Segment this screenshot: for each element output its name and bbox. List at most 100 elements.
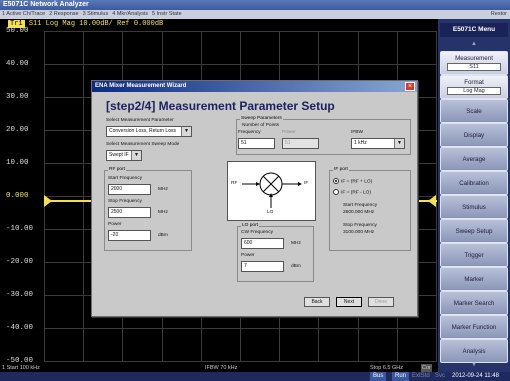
if-sum-radio[interactable]: IF = (RF + LO) <box>333 178 372 184</box>
softkey-scale[interactable]: Scale <box>440 99 508 123</box>
restore-button[interactable]: Restor <box>491 10 507 19</box>
lo-cw-label: CW Frequency <box>241 230 273 235</box>
points-frequency-label: Frequency <box>238 130 261 135</box>
done-button[interactable]: Done <box>368 297 394 307</box>
reference-marker-left <box>44 195 52 207</box>
diagram-rf-label: RF <box>231 181 238 186</box>
menu-bar: 1 Active Ch/Trace 2 Response 3 Stimulus … <box>0 10 510 19</box>
softkey-menu-title: E5071C Menu <box>440 23 508 37</box>
rf-stop-label: Stop Frequency <box>108 199 142 204</box>
status-bar: 1 Start 100 kHz IFBW 70 kHz Stop 6.5 GHz… <box>0 364 438 372</box>
scroll-down-arrow-icon[interactable]: ▼ <box>440 360 508 370</box>
lo-power-unit: dBm <box>291 264 301 269</box>
grid-line-vertical <box>83 31 84 361</box>
softkey-label: Calibration <box>459 179 489 187</box>
y-axis-tick-label: 20.00 <box>6 126 29 134</box>
softkey-label: Analysis <box>462 347 486 355</box>
ifbw-select[interactable]: 1 kHz ▼ <box>351 138 405 149</box>
softkey-label: Marker Search <box>453 299 495 307</box>
softkey-panel: E5071C Menu ▲ Measurement S11 Format Log Ma… <box>438 19 510 372</box>
date-time: 2012-09-24 11:48 <box>452 373 499 379</box>
svc-indicator: Svc <box>435 373 446 379</box>
stop-frequency: Stop 6.5 GHz <box>370 365 404 371</box>
chevron-down-icon: ▼ <box>181 127 191 136</box>
radio-selected-icon <box>333 178 339 184</box>
softkey-label: Display <box>463 131 485 139</box>
lo-power-input[interactable]: 7 <box>241 261 284 272</box>
next-button[interactable]: Next <box>336 297 362 307</box>
sweep-mode-select[interactable]: Swept IF ▼ <box>106 150 142 161</box>
trace-header: Tr1 S11 Log Mag 10.00dB/ Ref 0.000dB <box>0 19 438 30</box>
softkey-stimulus[interactable]: Stimulus <box>440 195 508 219</box>
sweep-mode-value: Swept IF <box>109 152 129 158</box>
if-start-value: 2600.000 MHz <box>343 210 375 215</box>
dialog-title-bar: ENA Mixer Measurement Wizard <box>92 81 417 92</box>
softkey-label: Measurement <box>455 55 493 62</box>
back-button[interactable]: Back <box>304 297 330 307</box>
ifbw-status: IFBW 70 kHz <box>205 365 238 371</box>
y-axis-tick-label: 0.000 <box>6 192 29 200</box>
menu-item-instr-state[interactable]: 5 Instr State <box>152 10 182 19</box>
points-frequency-input[interactable]: 51 <box>238 138 275 149</box>
softkey-marker[interactable]: Marker <box>440 267 508 291</box>
points-power-input[interactable]: 51 <box>282 138 319 149</box>
softkey-label: Marker <box>464 275 484 283</box>
trace-settings: S11 Log Mag 10.00dB/ Ref 0.000dB <box>28 20 164 28</box>
softkey-display[interactable]: Display <box>440 123 508 147</box>
rf-stop-unit: MHz <box>158 210 168 215</box>
menu-item-stimulus[interactable]: 3 Stimulus <box>83 10 109 19</box>
app-title: E5071C Network Analyzer <box>3 1 89 8</box>
rf-start-unit: MHz <box>158 187 168 192</box>
if-start-label: Start Frequency <box>343 203 378 208</box>
menu-item-active-ch[interactable]: 1 Active Ch/Trace <box>2 10 45 19</box>
lo-cw-input[interactable]: 600 <box>241 238 284 249</box>
rf-power-input[interactable]: -20 <box>108 230 151 241</box>
softkey-sweep-setup[interactable]: Sweep Setup <box>440 219 508 243</box>
measurement-parameter-select[interactable]: Conversion Loss, Return Loss ▼ <box>106 126 192 137</box>
run-indicator: Run <box>392 372 410 381</box>
rf-start-input[interactable]: 2000 <box>108 184 151 195</box>
points-power-label: Power <box>282 130 296 135</box>
y-axis-tick-label: 40.00 <box>6 60 29 68</box>
extstd-indicator: ExtStd <box>412 373 430 379</box>
softkey-value: Log Mag <box>447 87 501 95</box>
mixer-diagram: RF IF LO <box>227 161 316 221</box>
softkey-marker-search[interactable]: Marker Search <box>440 291 508 315</box>
select-param-label: Select Measurement Parameter <box>106 118 174 123</box>
rf-port-title: RF port <box>108 167 126 172</box>
y-axis-tick-label: 10.00 <box>6 159 29 167</box>
lo-power-label: Power <box>241 253 255 258</box>
rf-power-unit: dBm <box>158 233 168 238</box>
softkey-label: Trigger <box>464 251 484 259</box>
if-stop-value: 3100.000 MHz <box>343 230 375 235</box>
menu-item-mkr-analysis[interactable]: 4 Mkr/Analysis <box>112 10 148 19</box>
sweep-mode-label: Select Measurement Sweep Mode <box>106 142 180 147</box>
softkey-marker-function[interactable]: Marker Function <box>440 315 508 339</box>
y-axis-tick-label: 30.00 <box>6 93 29 101</box>
softkey-calibration[interactable]: Calibration <box>440 171 508 195</box>
softkey-average[interactable]: Average <box>440 147 508 171</box>
reference-marker-right <box>428 195 436 207</box>
close-icon[interactable]: × <box>405 82 415 91</box>
diagram-lo-label: LO <box>267 210 274 215</box>
softkey-measurement[interactable]: Measurement S11 <box>440 51 508 75</box>
softkey-label: Average <box>462 155 486 163</box>
softkey-value: S11 <box>447 63 501 71</box>
menu-item-response[interactable]: 2 Response <box>49 10 78 19</box>
chevron-down-icon: ▼ <box>131 151 141 160</box>
scroll-up-arrow-icon[interactable]: ▲ <box>440 39 508 49</box>
if-port-title: IF port <box>333 167 349 172</box>
dialog-title: ENA Mixer Measurement Wizard <box>95 83 187 89</box>
lo-port-title: LO port <box>241 223 259 228</box>
y-axis-tick-label: -20.00 <box>6 258 34 266</box>
rf-stop-input[interactable]: 2500 <box>108 207 151 218</box>
step-heading: [step2/4] Measurement Parameter Setup <box>106 99 335 113</box>
if-diff-radio[interactable]: IF = (RF - LO) <box>333 189 371 195</box>
app-title-bar: E5071C Network Analyzer <box>0 0 510 10</box>
softkey-trigger[interactable]: Trigger <box>440 243 508 267</box>
softkey-label: Scale <box>466 107 482 115</box>
softkey-format[interactable]: Format Log Mag <box>440 75 508 99</box>
measurement-parameter-value: Conversion Loss, Return Loss <box>109 128 176 134</box>
if-diff-label: IF = (RF - LO) <box>341 190 371 196</box>
mixer-wizard-dialog: ENA Mixer Measurement Wizard × [step2/4]… <box>91 80 418 317</box>
